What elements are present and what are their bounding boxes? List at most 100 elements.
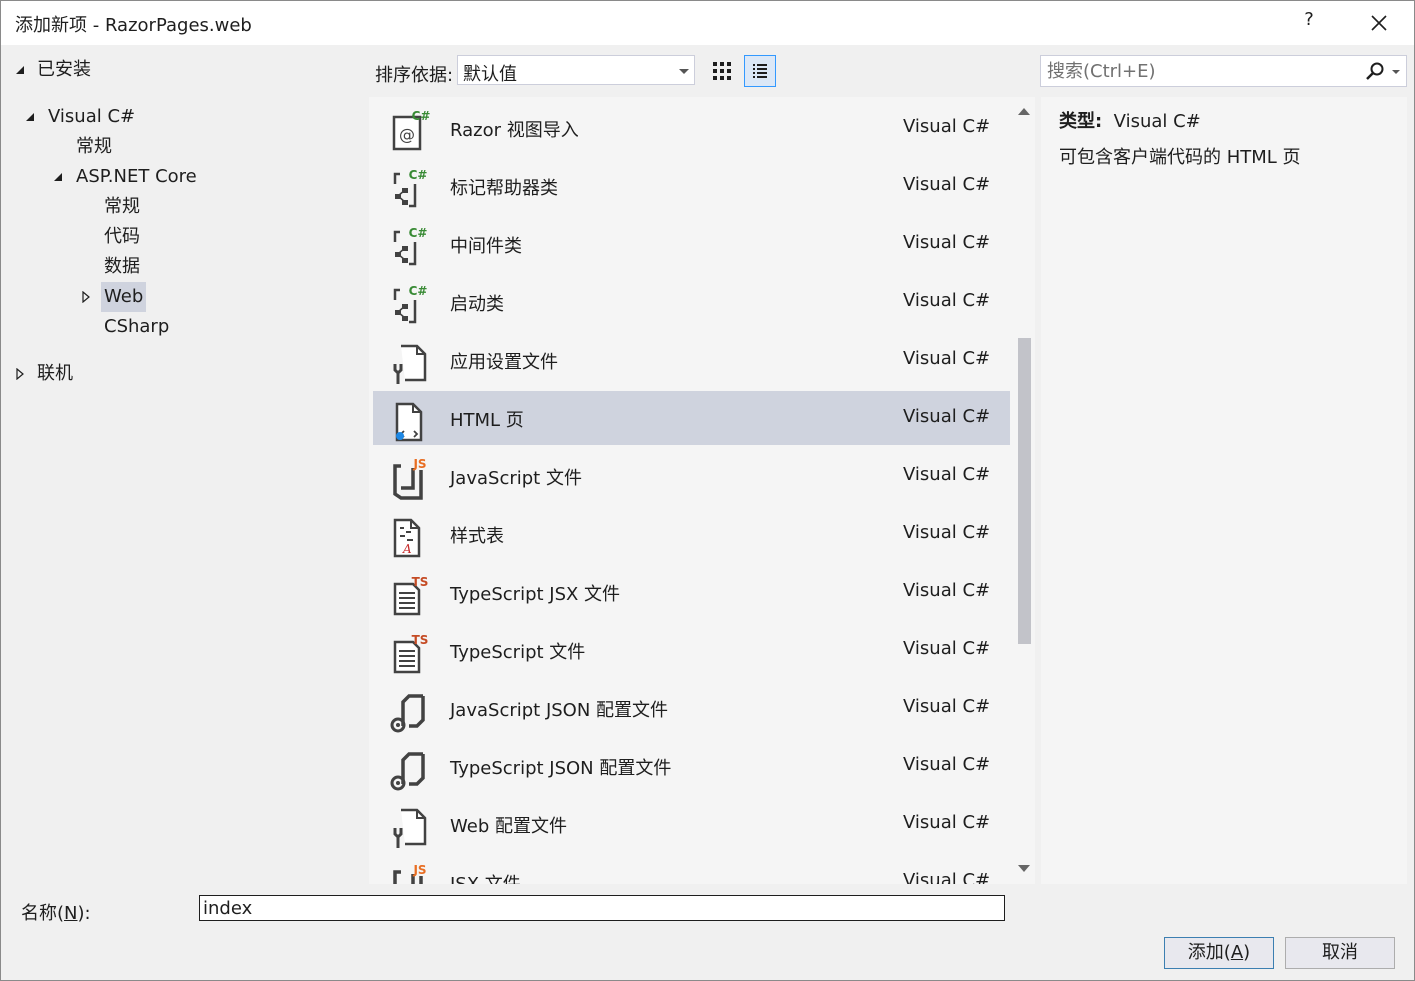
expanded-arrow-icon (16, 66, 24, 74)
svg-text:JS: JS (412, 864, 426, 877)
add-button[interactable]: 添加(A) (1164, 937, 1274, 969)
add-label-prefix: 添加( (1187, 942, 1231, 963)
medium-icons-view-button[interactable] (706, 55, 738, 87)
html-page-icon (387, 400, 431, 444)
add-new-item-dialog: 添加新项 - RazorPages.web ? 已安装 Visual C# 常规… (0, 0, 1415, 981)
svg-text:A: A (402, 542, 412, 556)
template-type: Visual C# (903, 348, 991, 369)
help-button[interactable]: ? (1297, 9, 1321, 37)
tree-label: CSharp (104, 316, 170, 337)
svg-text:C#: C# (412, 110, 431, 123)
template-name: TypeScript JSON 配置文件 (450, 758, 672, 779)
sort-dropdown[interactable]: 默认值 (457, 55, 695, 85)
template-type: Visual C# (903, 406, 991, 427)
tree-label: 联机 (37, 363, 73, 384)
json-config-icon (387, 690, 431, 734)
tree-node-installed[interactable]: 已安装 (15, 55, 135, 85)
detail-type-value: Visual C# (1113, 111, 1201, 132)
tree-node-visual-csharp[interactable]: Visual C# (25, 102, 165, 132)
config-file-icon (387, 806, 431, 850)
template-item-html-page[interactable]: HTML 页 Visual C# (373, 391, 1010, 445)
template-name: 标记帮助器类 (450, 178, 558, 199)
tree-node-aspnet-core[interactable]: ASP.NET Core (53, 162, 213, 192)
tree-label: 常规 (104, 196, 140, 217)
grid-view-icon (713, 62, 731, 80)
template-item-javascript-json-config[interactable]: JavaScript JSON 配置文件 Visual C# (373, 681, 1010, 735)
detail-description: 可包含客户端代码的 HTML 页 (1059, 147, 1301, 168)
scroll-down-arrow-icon[interactable] (1018, 865, 1030, 872)
name-input[interactable] (199, 895, 1005, 921)
template-item-jsx-file[interactable]: JS JSX 文件 Visual C# (373, 855, 1010, 884)
csharp-class-icon: C# (387, 284, 431, 328)
template-item-app-settings[interactable]: 应用设置文件 Visual C# (373, 333, 1010, 387)
template-item-typescript-jsx[interactable]: TS TypeScript JSX 文件 Visual C# (373, 565, 1010, 619)
template-list: @ C# Razor 视图导入 Visual C# C# 标记帮助器类 Visu… (369, 97, 1035, 884)
tree-label: 数据 (104, 256, 140, 277)
template-item-typescript-json-config[interactable]: TypeScript JSON 配置文件 Visual C# (373, 739, 1010, 793)
svg-text:JS: JS (412, 458, 426, 471)
template-item-startup-class[interactable]: C# 启动类 Visual C# (373, 275, 1010, 329)
template-name: HTML 页 (450, 410, 524, 431)
list-view-icon (753, 64, 767, 78)
list-scrollbar[interactable] (1013, 97, 1035, 884)
template-type: Visual C# (903, 870, 991, 884)
typescript-file-icon: TS (387, 574, 431, 618)
tree-node-online[interactable]: 联机 (15, 359, 95, 389)
template-item-middleware-class[interactable]: C# 中间件类 Visual C# (373, 217, 1010, 271)
chevron-down-icon[interactable] (1392, 70, 1400, 74)
svg-text:C#: C# (409, 226, 428, 240)
chevron-down-icon (679, 69, 689, 74)
search-input[interactable] (1047, 60, 1357, 82)
name-label-prefix: 名称( (21, 903, 65, 924)
tree-label: Web (101, 282, 147, 312)
jsx-file-icon: JS (387, 863, 431, 884)
add-label-access-key: A (1230, 942, 1244, 963)
tree-node-code[interactable]: 代码 (104, 222, 164, 252)
tree-node-web[interactable]: Web (81, 282, 161, 312)
dialog-title: 添加新项 - RazorPages.web (15, 15, 252, 36)
svg-text:TS: TS (412, 575, 429, 589)
template-type: Visual C# (903, 232, 991, 253)
template-type: Visual C# (903, 696, 991, 717)
tree-node-csharp[interactable]: CSharp (104, 312, 184, 342)
svg-text:C#: C# (409, 284, 428, 298)
template-name: TypeScript 文件 (450, 642, 586, 663)
template-name: JSX 文件 (450, 870, 521, 884)
scrollbar-thumb[interactable] (1018, 338, 1031, 644)
detail-type-label: 类型: (1059, 111, 1103, 132)
search-icon[interactable] (1364, 61, 1386, 83)
tree-label: 常规 (76, 136, 112, 157)
template-item-razor-view-import[interactable]: @ C# Razor 视图导入 Visual C# (373, 101, 1010, 155)
collapsed-arrow-icon (16, 368, 24, 380)
tree-node-data[interactable]: 数据 (104, 252, 164, 282)
cancel-button[interactable]: 取消 (1285, 937, 1395, 969)
expanded-arrow-icon (54, 173, 62, 181)
template-item-typescript-file[interactable]: TS TypeScript 文件 Visual C# (373, 623, 1010, 677)
razor-view-import-icon: @ C# (387, 109, 431, 154)
close-button[interactable] (1363, 7, 1395, 39)
template-type: Visual C# (903, 522, 991, 543)
template-type: Visual C# (903, 174, 991, 195)
stylesheet-icon: A (387, 516, 431, 560)
template-item-stylesheet[interactable]: A 样式表 Visual C# (373, 507, 1010, 561)
name-label-access-key: N (64, 903, 78, 924)
template-item-tag-helper-class[interactable]: C# 标记帮助器类 Visual C# (373, 159, 1010, 213)
javascript-file-icon: JS (387, 457, 431, 502)
tree-label: ASP.NET Core (76, 166, 197, 187)
tree-label: 已安装 (37, 59, 91, 80)
json-config-icon (387, 748, 431, 792)
template-type: Visual C# (903, 812, 991, 833)
tree-node-general[interactable]: 常规 (76, 132, 136, 162)
template-name: 中间件类 (450, 236, 522, 257)
tree-node-aspnet-general[interactable]: 常规 (104, 192, 164, 222)
template-item-web-config[interactable]: Web 配置文件 Visual C# (373, 797, 1010, 851)
template-name: 启动类 (450, 294, 504, 315)
template-type: Visual C# (903, 464, 991, 485)
list-view-button[interactable] (744, 55, 776, 87)
config-file-icon (387, 342, 431, 386)
csharp-class-icon: C# (387, 168, 431, 212)
svg-text:TS: TS (412, 633, 429, 647)
collapsed-arrow-icon (82, 291, 90, 303)
scroll-up-arrow-icon[interactable] (1018, 108, 1030, 115)
template-item-javascript-file[interactable]: JS JavaScript 文件 Visual C# (373, 449, 1010, 503)
